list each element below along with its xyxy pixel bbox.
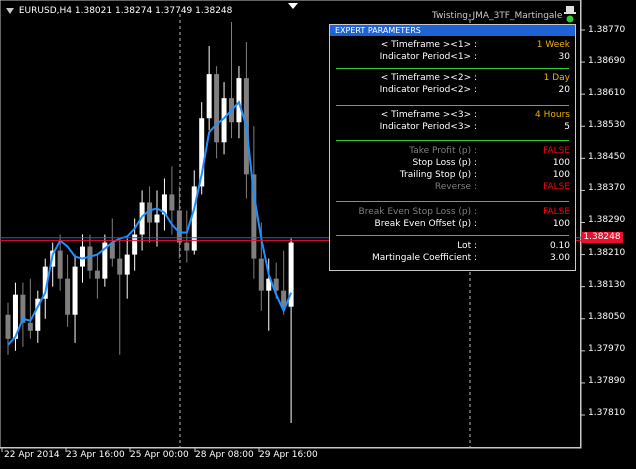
price-tick-label: 1.38530 bbox=[588, 120, 626, 130]
price-tick-label: 1.38210 bbox=[588, 248, 626, 258]
parameter-value: 30 bbox=[558, 52, 570, 62]
panel-separator bbox=[336, 201, 569, 202]
bear-candle bbox=[184, 242, 190, 251]
parameter-label: Lot : bbox=[457, 241, 477, 251]
parameter-label: Break Even Stop Loss (p) : bbox=[358, 207, 477, 217]
price-tick-label: 1.38770 bbox=[588, 25, 626, 35]
parameter-row: Indicator Period<2> : 20 bbox=[330, 85, 575, 96]
parameter-label: Trailing Stop (p) : bbox=[399, 170, 477, 180]
price-tick-label: 1.38050 bbox=[588, 312, 626, 322]
current-price-tag: 1.38248 bbox=[581, 232, 623, 243]
parameter-label: Take Profit (p) : bbox=[409, 146, 477, 156]
ohlc-high: 1.38274 bbox=[114, 6, 153, 16]
parameter-value: FALSE bbox=[543, 207, 570, 217]
parameter-value: FALSE bbox=[543, 182, 570, 192]
parameter-label: < Timeframe ><1> : bbox=[380, 40, 477, 50]
parameter-label: Indicator Period<1> : bbox=[379, 52, 477, 62]
price-tick-label: 1.38130 bbox=[588, 280, 626, 290]
panel-separator bbox=[336, 140, 569, 141]
time-tick-label: 23 Apr 16:00 bbox=[66, 450, 125, 460]
parameter-label: Indicator Period<3> : bbox=[379, 122, 477, 132]
parameter-row: Trailing Stop (p) : 100 bbox=[330, 170, 575, 181]
panel-title: EXPERT PARAMETERS bbox=[330, 25, 575, 36]
parameter-value: 100 bbox=[552, 158, 570, 168]
parameter-value: 100 bbox=[552, 219, 570, 229]
bear-candle bbox=[57, 250, 63, 279]
parameter-label: Break Even Offset (p) : bbox=[374, 219, 477, 229]
parameter-row: Take Profit (p) : FALSE bbox=[330, 146, 575, 157]
time-tick-label: 22 Apr 2014 bbox=[4, 450, 60, 460]
price-tick-label: 1.38690 bbox=[588, 56, 626, 66]
parameter-row: < Timeframe ><1> : 1 Week bbox=[330, 40, 575, 51]
bear-candle bbox=[5, 314, 11, 339]
ohlc-open: 1.38021 bbox=[74, 6, 113, 16]
parameter-row: Indicator Period<3> : 5 bbox=[330, 122, 575, 133]
bull-candle bbox=[80, 246, 85, 267]
price-tick-label: 1.37810 bbox=[588, 408, 626, 418]
symbol-header: EURUSD,H4 1.38021 1.38274 1.37749 1.3824… bbox=[6, 6, 232, 16]
parameter-label: Stop Loss (p) : bbox=[412, 158, 477, 168]
bull-candle bbox=[72, 266, 78, 315]
bear-candle bbox=[258, 258, 264, 291]
time-tick-label: 28 Apr 08:00 bbox=[195, 450, 254, 460]
parameter-value: 1 Day bbox=[543, 73, 570, 83]
parameter-value: 0.10 bbox=[549, 241, 570, 251]
time-tick-label: 29 Apr 16:00 bbox=[259, 450, 318, 460]
price-tick-label: 1.38290 bbox=[588, 215, 626, 225]
bear-candle bbox=[117, 258, 123, 275]
parameter-row: Reverse : FALSE bbox=[330, 182, 575, 193]
parameter-row: Break Even Offset (p) : 100 bbox=[330, 219, 575, 230]
price-tick-label: 1.38610 bbox=[588, 88, 626, 98]
expert-hat-icon[interactable] bbox=[563, 5, 577, 23]
parameter-value: 20 bbox=[558, 85, 570, 95]
bull-candle bbox=[124, 254, 130, 275]
parameter-label: Reverse : bbox=[434, 182, 477, 192]
parameter-label: < Timeframe ><3> : bbox=[380, 110, 477, 120]
time-tick-label: 25 Apr 00:00 bbox=[130, 450, 189, 460]
parameter-value: 5 bbox=[564, 122, 570, 132]
price-tick-label: 1.38450 bbox=[588, 152, 626, 162]
parameter-value: 4 Hours bbox=[535, 110, 570, 120]
parameter-value: 1 Week bbox=[536, 40, 570, 50]
symbol-name: EURUSD,H4 bbox=[18, 6, 72, 16]
parameter-row: < Timeframe ><2> : 1 Day bbox=[330, 73, 575, 84]
parameter-row: Indicator Period<1> : 30 bbox=[330, 52, 575, 63]
bear-candle bbox=[27, 322, 33, 331]
bear-candle bbox=[65, 278, 71, 315]
bear-candle bbox=[94, 270, 100, 279]
parameter-label: < Timeframe ><2> : bbox=[380, 73, 477, 83]
bull-candle bbox=[154, 214, 160, 223]
bull-candle bbox=[236, 78, 242, 123]
price-tick-label: 1.37890 bbox=[588, 376, 626, 386]
expert-parameters-panel: EXPERT PARAMETERS < Timeframe ><1> : 1 We… bbox=[329, 24, 576, 271]
price-tick-label: 1.37970 bbox=[588, 344, 626, 354]
bear-candle bbox=[87, 246, 93, 271]
parameter-value: 3.00 bbox=[549, 253, 570, 263]
parameter-label: Martingale Coefficient : bbox=[372, 253, 477, 263]
price-tick-label: 1.38370 bbox=[588, 183, 626, 193]
bear-candle bbox=[214, 74, 220, 143]
parameter-row: Martingale Coefficient : 3.00 bbox=[330, 253, 575, 264]
panel-separator bbox=[336, 68, 569, 69]
panel-separator bbox=[336, 235, 569, 236]
parameter-value: FALSE bbox=[543, 146, 570, 156]
parameter-row: Lot : 0.10 bbox=[330, 241, 575, 252]
bull-candle bbox=[206, 74, 212, 119]
parameter-row: Break Even Stop Loss (p) : FALSE bbox=[330, 207, 575, 218]
panel-separator bbox=[336, 105, 569, 106]
triangle-down-icon[interactable] bbox=[6, 7, 14, 14]
chart-shift-marker[interactable] bbox=[288, 3, 298, 9]
parameter-row: < Timeframe ><3> : 4 Hours bbox=[330, 110, 575, 121]
parameter-label: Indicator Period<2> : bbox=[379, 85, 477, 95]
expert-name: Twisting_JMA_3TF_Martingale bbox=[432, 11, 563, 21]
bear-candle bbox=[169, 194, 175, 211]
parameter-row: Stop Loss (p) : 100 bbox=[330, 158, 575, 169]
parameter-value: 100 bbox=[552, 170, 570, 180]
ohlc-low: 1.37749 bbox=[155, 6, 193, 16]
ohlc-close: 1.38248 bbox=[195, 6, 233, 16]
